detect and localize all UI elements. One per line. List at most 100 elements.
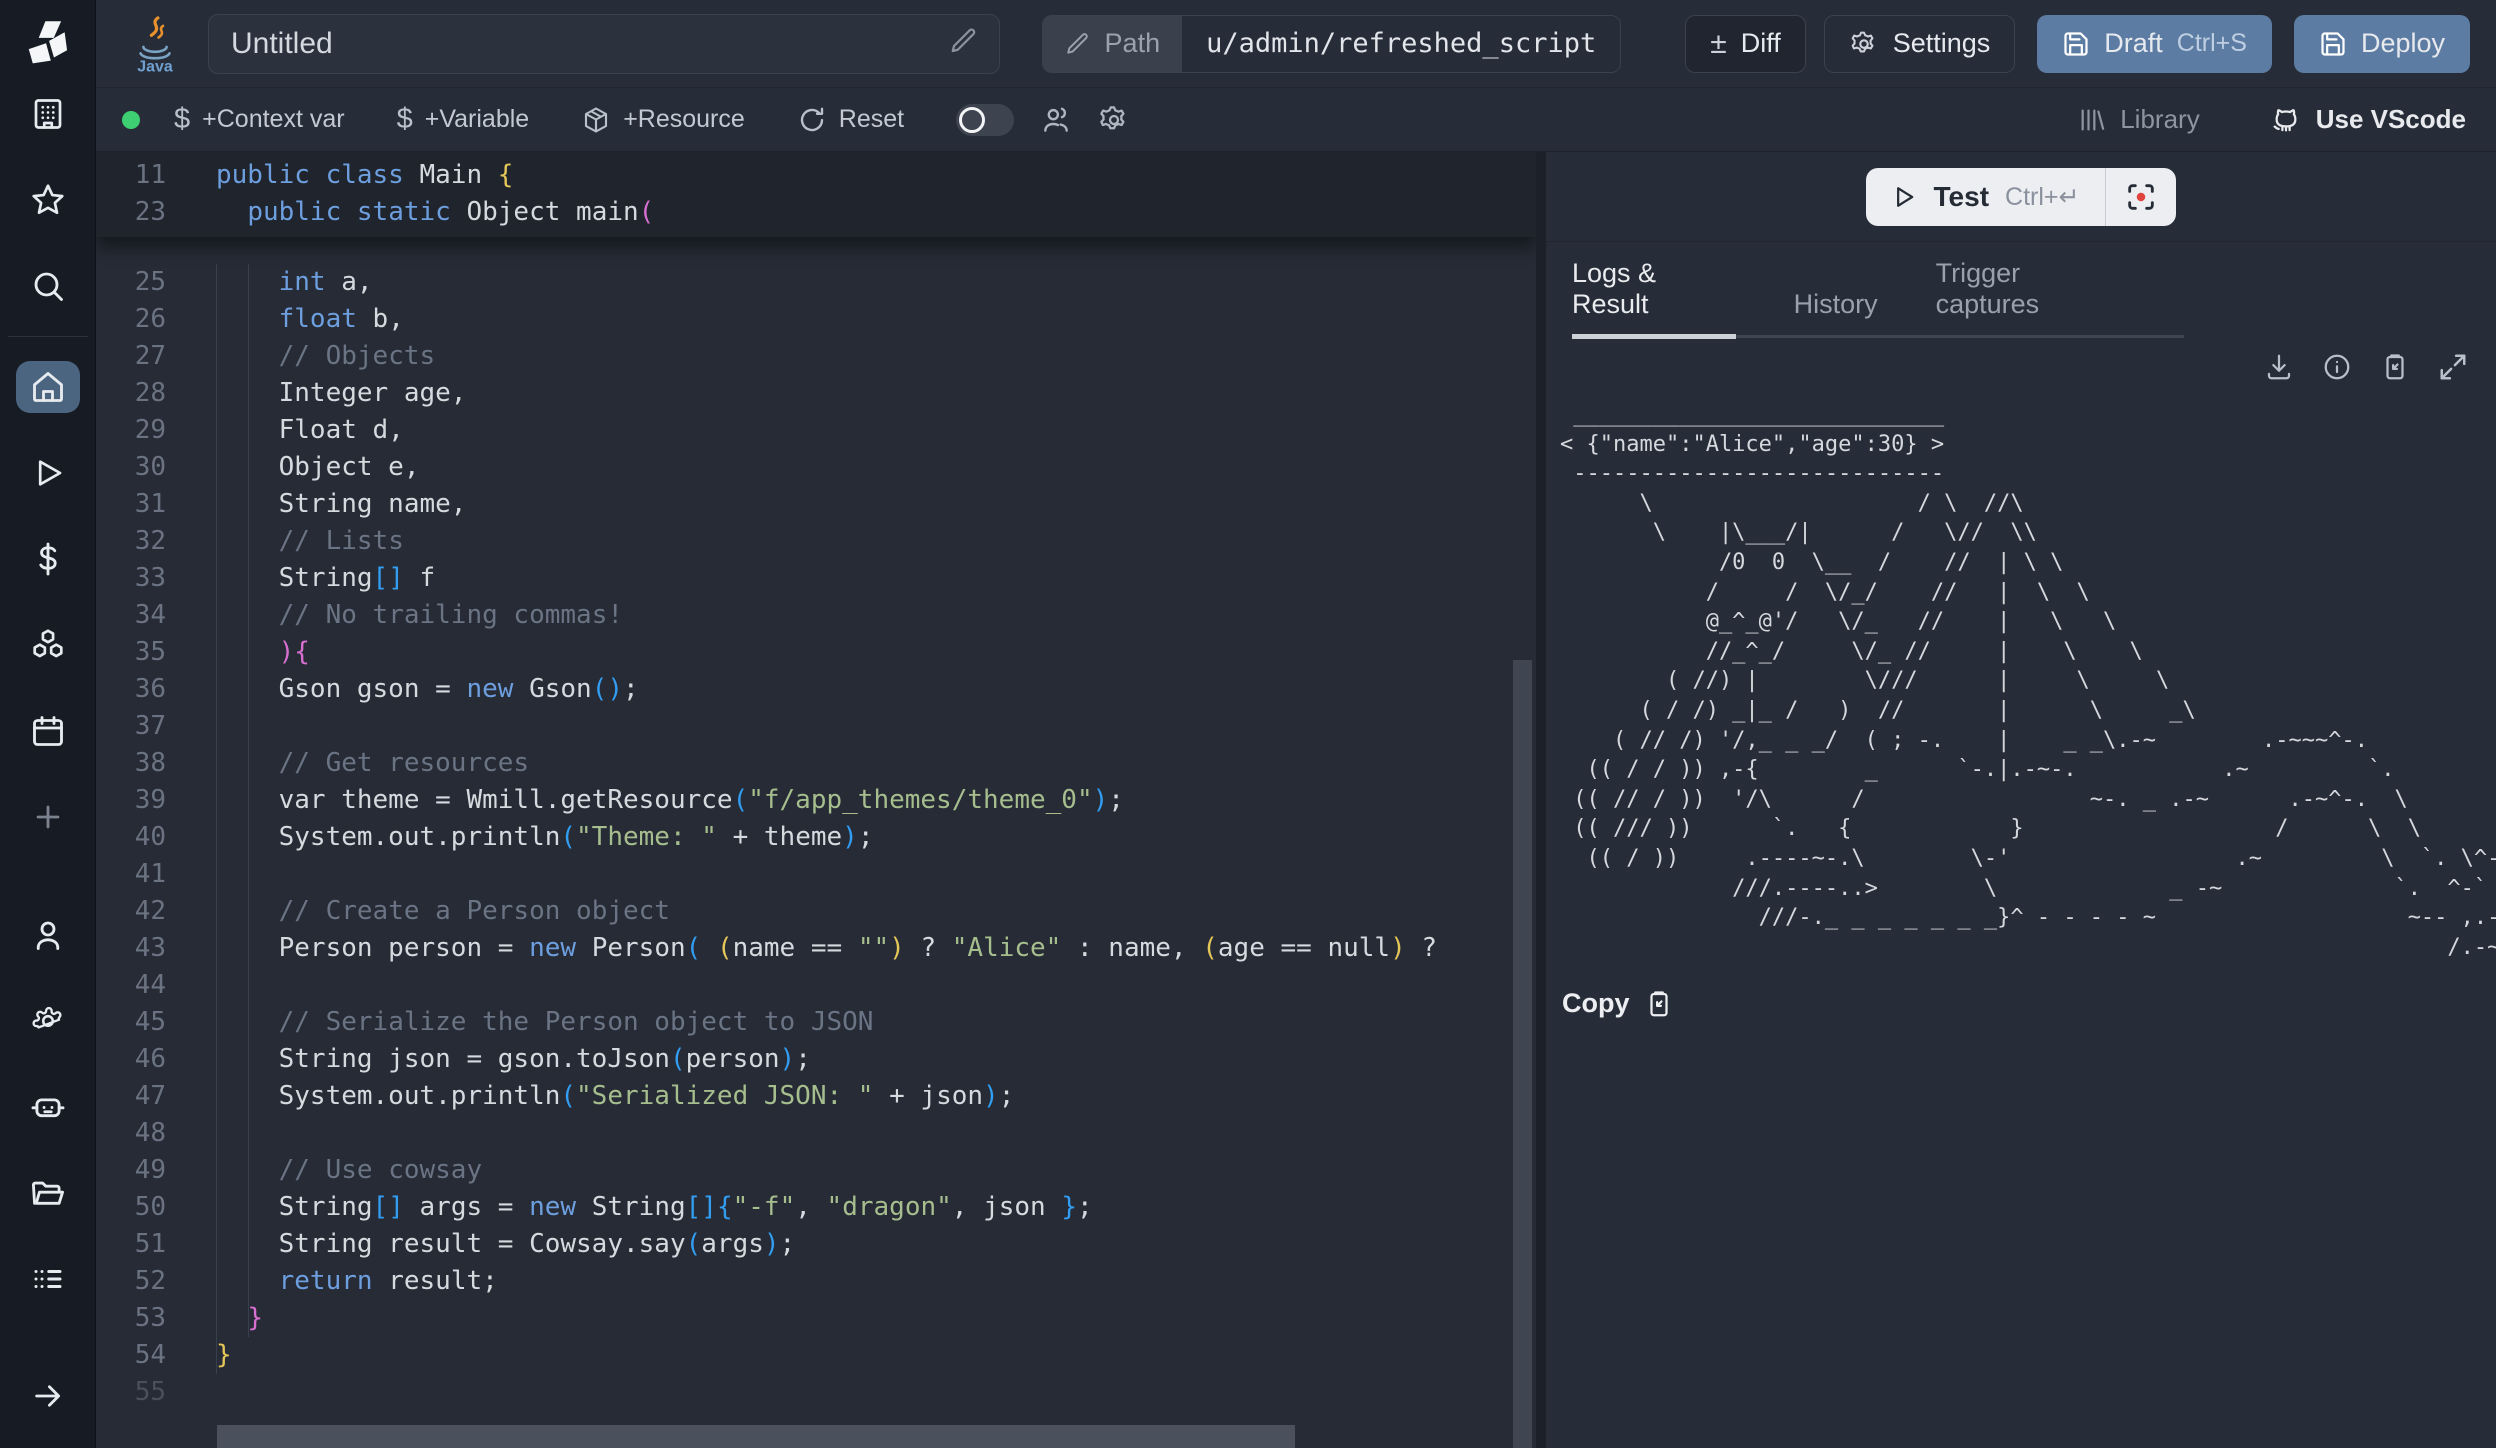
code-line[interactable]: 28 Integer age, bbox=[96, 375, 1536, 412]
code-line[interactable]: 29 Float d, bbox=[96, 412, 1536, 449]
test-button[interactable]: Test Ctrl+↵ bbox=[1866, 168, 2106, 226]
editor-settings-gear-icon[interactable] bbox=[1098, 104, 1130, 136]
clipboard-icon bbox=[2380, 352, 2410, 382]
code-line[interactable]: 52 return result; bbox=[96, 1263, 1536, 1300]
sidebar-item-resources[interactable] bbox=[16, 619, 80, 671]
sidebar-item-add[interactable] bbox=[16, 791, 80, 843]
sidebar-item-account[interactable] bbox=[16, 909, 80, 961]
code-line[interactable]: 26 float b, bbox=[96, 301, 1536, 338]
code-line[interactable]: 39 var theme = Wmill.getResource("f/app_… bbox=[96, 782, 1536, 819]
sidebar-item-folders[interactable] bbox=[16, 1167, 80, 1219]
sidebar-item-home[interactable] bbox=[16, 361, 80, 413]
path-label-segment[interactable]: Path bbox=[1043, 16, 1183, 72]
pane-splitter[interactable] bbox=[1536, 152, 1546, 1448]
code-line[interactable]: 34 // No trailing commas! bbox=[96, 597, 1536, 634]
library-label: Library bbox=[2120, 104, 2199, 135]
sidebar-item-workers[interactable] bbox=[16, 1081, 80, 1133]
sidebar-item-search[interactable] bbox=[16, 260, 80, 312]
copy-result-to-clipboard-button[interactable] bbox=[2380, 352, 2410, 382]
code-line[interactable]: 32 // Lists bbox=[96, 523, 1536, 560]
code-line[interactable]: 23 public static Object main( bbox=[96, 194, 1536, 231]
sidebar-item-runs[interactable] bbox=[16, 447, 80, 499]
code-line[interactable]: 37 bbox=[96, 708, 1536, 745]
line-number: 45 bbox=[96, 1004, 166, 1041]
code-editor[interactable]: 25 int a,26 float b,27 // Objects28 Inte… bbox=[96, 152, 1536, 1448]
expand-icon bbox=[2438, 352, 2468, 382]
use-vscode-button[interactable]: Use VScode bbox=[2270, 104, 2466, 136]
code-line[interactable]: 31 String name, bbox=[96, 486, 1536, 523]
code-lines[interactable]: 25 int a,26 float b,27 // Objects28 Inte… bbox=[96, 264, 1536, 1411]
use-vscode-label: Use VScode bbox=[2316, 104, 2466, 135]
code-line[interactable]: 44 bbox=[96, 967, 1536, 1004]
dollar-icon bbox=[30, 541, 66, 577]
editor-vertical-scrollbar[interactable] bbox=[1513, 660, 1532, 1448]
code-line[interactable]: 46 String json = gson.toJson(person); bbox=[96, 1041, 1536, 1078]
code-line[interactable]: 51 String result = Cowsay.say(args); bbox=[96, 1226, 1536, 1263]
sticky-scroll-lines[interactable]: 11public class Main {23 public static Ob… bbox=[96, 152, 1536, 237]
path-value[interactable]: u/admin/refreshed_script bbox=[1182, 16, 1620, 72]
line-number: 30 bbox=[96, 449, 166, 486]
library-button[interactable]: Library bbox=[2078, 104, 2199, 135]
tab-logs-result[interactable]: Logs & Result bbox=[1572, 242, 1736, 339]
sidebar-item-schedules[interactable] bbox=[16, 705, 80, 757]
diff-button[interactable]: ± Diff bbox=[1685, 15, 1805, 73]
code-line[interactable]: 38 // Get resources bbox=[96, 745, 1536, 782]
editor-horizontal-scrollbar[interactable] bbox=[217, 1425, 1295, 1448]
code-line[interactable]: 41 bbox=[96, 856, 1536, 893]
tab-trigger-captures[interactable]: Trigger captures bbox=[1936, 242, 2126, 339]
code-line[interactable]: 48 bbox=[96, 1115, 1536, 1152]
code-line[interactable]: 54} bbox=[96, 1337, 1536, 1374]
sidebar-item-workspace[interactable] bbox=[16, 88, 80, 140]
expand-result-button[interactable] bbox=[2438, 352, 2468, 382]
sidebar-item-favorites[interactable] bbox=[16, 174, 80, 226]
edit-title-pencil-icon[interactable] bbox=[949, 26, 979, 61]
building-icon bbox=[30, 96, 66, 132]
code-line[interactable]: 50 String[] args = new String[]{"-f", "d… bbox=[96, 1189, 1536, 1226]
code-line[interactable]: 43 Person person = new Person( (name == … bbox=[96, 930, 1536, 967]
code-line[interactable]: 47 System.out.println("Serialized JSON: … bbox=[96, 1078, 1536, 1115]
code-line[interactable]: 33 String[] f bbox=[96, 560, 1536, 597]
settings-button[interactable]: Settings bbox=[1824, 15, 2016, 73]
reset-button[interactable]: Reset bbox=[797, 105, 904, 135]
download-result-button[interactable] bbox=[2264, 352, 2294, 382]
path-field[interactable]: Path u/admin/refreshed_script bbox=[1042, 15, 1622, 73]
code-line[interactable]: 30 Object e, bbox=[96, 449, 1536, 486]
dark-mode-toggle[interactable] bbox=[956, 104, 1014, 136]
sidebar-item-audit-logs[interactable] bbox=[16, 1253, 80, 1305]
capture-run-button[interactable] bbox=[2106, 168, 2176, 226]
octocat-icon bbox=[2270, 104, 2302, 136]
windmill-logo[interactable] bbox=[0, 0, 96, 88]
indent-guide bbox=[248, 264, 249, 1337]
line-number: 34 bbox=[96, 597, 166, 634]
code-line[interactable]: 25 int a, bbox=[96, 264, 1536, 301]
toggle-knob bbox=[959, 107, 985, 133]
copy-result-button[interactable]: Copy bbox=[1546, 962, 2496, 1019]
add-context-var-button[interactable]: $ +Context var bbox=[174, 103, 345, 136]
code-line[interactable]: 55 bbox=[96, 1374, 1536, 1411]
result-info-button[interactable] bbox=[2322, 352, 2352, 382]
code-line[interactable]: 53 } bbox=[96, 1300, 1536, 1337]
code-line[interactable]: 27 // Objects bbox=[96, 338, 1536, 375]
draft-button[interactable]: Draft Ctrl+S bbox=[2037, 15, 2272, 73]
save-icon bbox=[2062, 30, 2090, 58]
sidebar-collapse-button[interactable] bbox=[16, 1370, 80, 1422]
code-line[interactable]: 42 // Create a Person object bbox=[96, 893, 1536, 930]
code-line[interactable]: 45 // Serialize the Person object to JSO… bbox=[96, 1004, 1536, 1041]
code-line[interactable]: 36 Gson gson = new Gson(); bbox=[96, 671, 1536, 708]
clipboard-icon bbox=[1644, 989, 1674, 1019]
sidebar-item-variables[interactable] bbox=[16, 533, 80, 585]
code-line[interactable]: 11public class Main { bbox=[96, 157, 1536, 194]
line-number: 35 bbox=[96, 634, 166, 671]
tab-history[interactable]: History bbox=[1794, 273, 1878, 339]
code-line[interactable]: 49 // Use cowsay bbox=[96, 1152, 1536, 1189]
deploy-button[interactable]: Deploy bbox=[2294, 15, 2470, 73]
add-resource-button[interactable]: +Resource bbox=[581, 105, 745, 135]
code-line[interactable]: 40 System.out.println("Theme: " + theme)… bbox=[96, 819, 1536, 856]
add-variable-button[interactable]: $ +Variable bbox=[397, 103, 530, 136]
multiplayer-users-icon[interactable] bbox=[1040, 104, 1072, 136]
save-icon bbox=[2319, 30, 2347, 58]
code-line[interactable]: 35 ){ bbox=[96, 634, 1536, 671]
script-title-input[interactable]: Untitled bbox=[208, 14, 1000, 74]
test-band: Test Ctrl+↵ bbox=[1546, 152, 2496, 242]
sidebar-item-settings[interactable] bbox=[16, 995, 80, 1047]
